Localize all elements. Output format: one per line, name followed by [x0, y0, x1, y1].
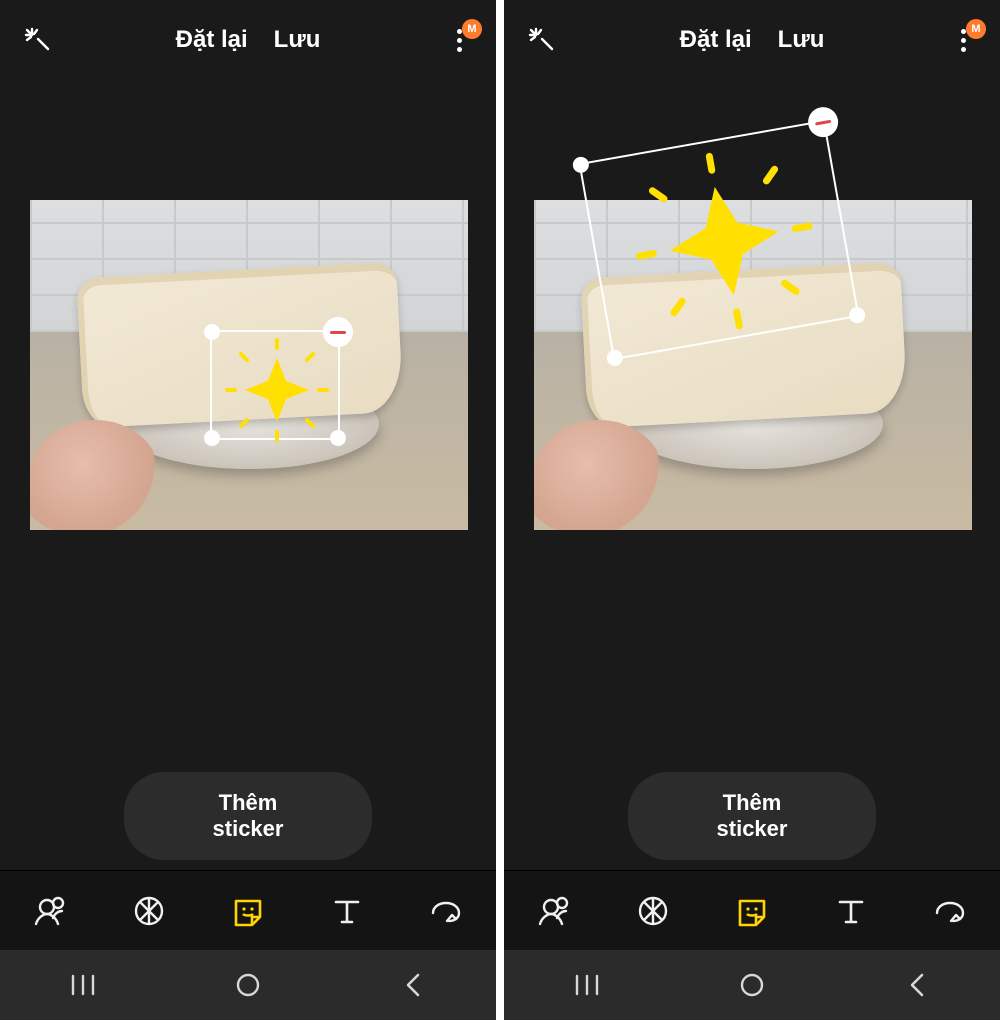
- more-icon: [961, 29, 966, 52]
- nav-back[interactable]: [887, 965, 947, 1005]
- tool-text[interactable]: [319, 883, 375, 939]
- canvas-area[interactable]: [0, 80, 496, 790]
- reset-button[interactable]: Đặt lại: [680, 26, 752, 54]
- nav-recents[interactable]: [557, 965, 617, 1005]
- tool-text[interactable]: [823, 883, 879, 939]
- more-menu-button[interactable]: M: [938, 15, 988, 65]
- android-nav-bar: [504, 950, 1000, 1020]
- tool-sticker[interactable]: [220, 883, 276, 939]
- photo-preview[interactable]: [30, 200, 468, 530]
- screen-right: Đặt lại Lưu M: [504, 0, 1000, 1020]
- tool-draw[interactable]: [922, 883, 978, 939]
- header-actions: Đặt lại Lưu: [680, 26, 825, 54]
- nav-recents[interactable]: [53, 965, 113, 1005]
- resize-handle-tl[interactable]: [204, 324, 220, 340]
- magic-wand-button[interactable]: [12, 15, 62, 65]
- top-bar: Đặt lại Lưu M: [504, 0, 1000, 80]
- notification-badge: M: [966, 19, 986, 39]
- notification-badge: M: [462, 19, 482, 39]
- add-sticker-button[interactable]: Thêm sticker: [628, 772, 876, 860]
- more-menu-button[interactable]: M: [434, 15, 484, 65]
- header-actions: Đặt lại Lưu: [176, 26, 321, 54]
- tool-portrait[interactable]: [22, 883, 78, 939]
- tool-sticker[interactable]: [724, 883, 780, 939]
- delete-sticker-handle[interactable]: [323, 317, 353, 347]
- canvas-area[interactable]: [504, 80, 1000, 790]
- edit-toolbar: [0, 870, 496, 950]
- nav-home[interactable]: [218, 965, 278, 1005]
- android-nav-bar: [0, 950, 496, 1020]
- nav-home[interactable]: [722, 965, 782, 1005]
- sparkle-sticker-icon[interactable]: [581, 121, 862, 361]
- sparkle-sticker-icon[interactable]: [212, 332, 342, 442]
- tool-filter[interactable]: [121, 883, 177, 939]
- more-icon: [457, 29, 462, 52]
- photo-preview[interactable]: [534, 200, 972, 530]
- screen-left: Đặt lại Lưu M: [0, 0, 496, 1020]
- resize-handle-bl[interactable]: [204, 430, 220, 446]
- nav-back[interactable]: [383, 965, 443, 1005]
- sticker-selection[interactable]: [210, 330, 340, 440]
- tool-draw[interactable]: [418, 883, 474, 939]
- tool-filter[interactable]: [625, 883, 681, 939]
- edit-toolbar: [504, 870, 1000, 950]
- magic-wand-button[interactable]: [516, 15, 566, 65]
- resize-handle-br[interactable]: [330, 430, 346, 446]
- top-bar: Đặt lại Lưu M: [0, 0, 496, 80]
- reset-button[interactable]: Đặt lại: [176, 26, 248, 54]
- tool-portrait[interactable]: [526, 883, 582, 939]
- add-sticker-button[interactable]: Thêm sticker: [124, 772, 372, 860]
- save-button[interactable]: Lưu: [274, 26, 321, 54]
- sticker-selection[interactable]: [579, 120, 860, 360]
- save-button[interactable]: Lưu: [778, 26, 825, 54]
